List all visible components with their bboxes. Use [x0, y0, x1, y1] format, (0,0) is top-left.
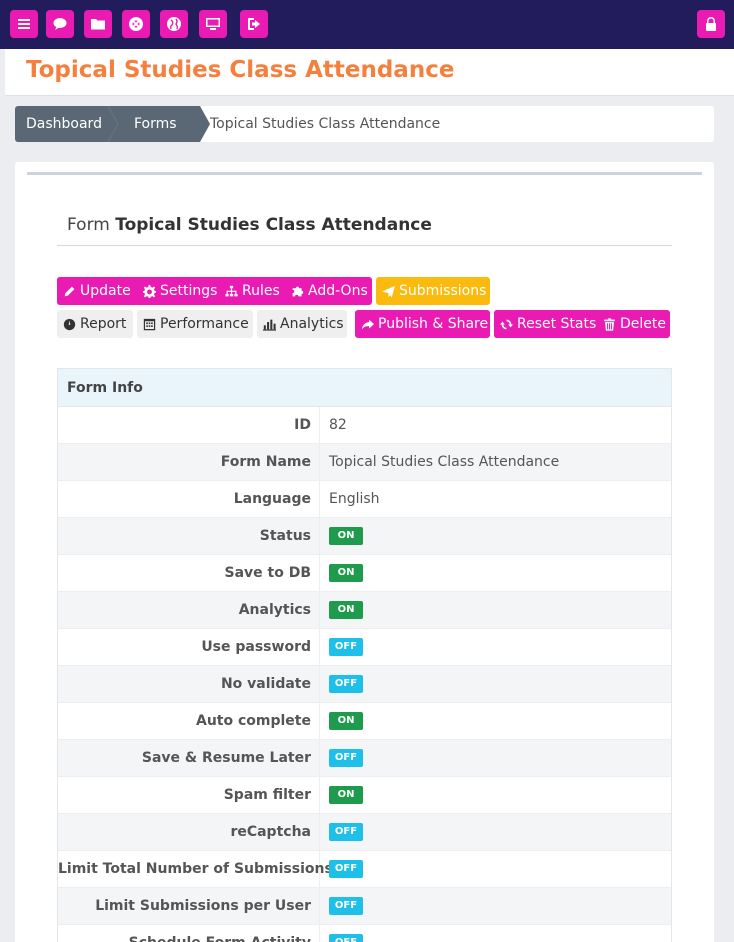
- logout-button[interactable]: [240, 10, 268, 38]
- row-label: Form Name: [58, 444, 320, 480]
- status-badge: OFF: [329, 823, 363, 841]
- messages-button[interactable]: [46, 10, 74, 38]
- row-value: English: [329, 491, 380, 507]
- addons-button[interactable]: Add-Ons: [285, 277, 368, 305]
- delete-button[interactable]: Delete: [597, 310, 666, 338]
- row-label: Analytics: [58, 592, 320, 628]
- status-badge: OFF: [329, 638, 363, 656]
- form-info-table: Form Info ID 82 Form Name Topical Studie…: [57, 368, 672, 942]
- table-row: Save & Resume Later OFF: [58, 740, 671, 777]
- row-label: Save to DB: [58, 555, 320, 591]
- row-label: Language: [58, 481, 320, 517]
- menu-icon: [18, 19, 30, 29]
- table-row: Schedule Form Activity OFF: [58, 925, 671, 942]
- performance-button[interactable]: Performance: [137, 310, 253, 338]
- table-row: Analytics ON: [58, 592, 671, 629]
- heading-divider: [57, 245, 672, 246]
- row-label: Use password: [58, 629, 320, 665]
- row-label: reCaptcha: [58, 814, 320, 850]
- monitor-icon: [206, 18, 220, 30]
- calendar-grid-icon: [143, 318, 156, 330]
- row-label: Spam filter: [58, 777, 320, 813]
- menu-button[interactable]: [10, 10, 38, 38]
- panel-divider: [27, 172, 702, 175]
- status-badge: OFF: [329, 860, 363, 878]
- form-heading-name: Topical Studies Class Attendance: [115, 215, 432, 235]
- web-button[interactable]: [160, 10, 188, 38]
- files-button[interactable]: [84, 10, 112, 38]
- report-button[interactable]: Report: [57, 310, 133, 338]
- lifebuoy-icon: [129, 17, 144, 31]
- analytics-button[interactable]: Analytics: [257, 310, 347, 338]
- table-row: Limit Total Number of Submissions OFF: [58, 851, 671, 888]
- table-row: Status ON: [58, 518, 671, 555]
- status-badge: OFF: [329, 897, 363, 915]
- form-heading: Form Topical Studies Class Attendance: [67, 215, 432, 235]
- share-icon: [361, 319, 374, 329]
- status-badge: ON: [329, 712, 363, 730]
- row-label: Save & Resume Later: [58, 740, 320, 776]
- form-heading-prefix: Form: [67, 215, 110, 235]
- table-row: Limit Submissions per User OFF: [58, 888, 671, 925]
- chat-icon: [53, 18, 67, 30]
- page-header: Topical Studies Class Attendance: [5, 49, 734, 96]
- bar-chart-icon: [263, 319, 276, 331]
- row-label: Auto complete: [58, 703, 320, 739]
- status-badge: OFF: [329, 934, 363, 942]
- sitemap-icon: [225, 285, 238, 296]
- display-button[interactable]: [199, 10, 227, 38]
- folder-icon: [91, 19, 105, 30]
- breadcrumb-forms[interactable]: Forms: [108, 106, 210, 142]
- row-label: Limit Total Number of Submissions: [58, 851, 333, 887]
- row-label: Status: [58, 518, 320, 554]
- submissions-button[interactable]: Submissions: [376, 277, 490, 305]
- refresh-icon: [500, 319, 513, 329]
- lock-button[interactable]: [697, 10, 725, 38]
- send-icon: [382, 285, 395, 297]
- table-row: Auto complete ON: [58, 703, 671, 740]
- logout-icon: [248, 18, 260, 30]
- table-row: Use password OFF: [58, 629, 671, 666]
- table-row: Spam filter ON: [58, 777, 671, 814]
- settings-button[interactable]: Settings: [137, 277, 218, 305]
- form-panel: Form Topical Studies Class Attendance Up…: [15, 162, 714, 942]
- row-value: Topical Studies Class Attendance: [329, 454, 560, 470]
- table-row: Save to DB ON: [58, 555, 671, 592]
- globe-icon: [167, 17, 181, 31]
- rules-button[interactable]: Rules: [219, 277, 280, 305]
- top-navbar: [0, 0, 734, 49]
- breadcrumb-dashboard[interactable]: Dashboard: [15, 106, 118, 142]
- status-badge: ON: [329, 564, 363, 582]
- table-row: reCaptcha OFF: [58, 814, 671, 851]
- row-label: Schedule Form Activity: [58, 925, 320, 942]
- pencil-icon: [64, 286, 75, 296]
- table-row: Language English: [58, 481, 671, 518]
- breadcrumb-current: Topical Studies Class Attendance: [210, 116, 441, 132]
- status-badge: ON: [329, 786, 363, 804]
- row-label: ID: [58, 407, 320, 443]
- reset-stats-button[interactable]: Reset Stats: [494, 310, 597, 338]
- row-label: Limit Submissions per User: [58, 888, 320, 924]
- table-row: ID 82: [58, 407, 671, 444]
- puzzle-icon: [292, 286, 304, 296]
- table-row: Form Name Topical Studies Class Attendan…: [58, 444, 671, 481]
- status-badge: ON: [329, 601, 363, 619]
- row-label: No validate: [58, 666, 320, 702]
- status-badge: OFF: [329, 675, 363, 693]
- gear-icon: [143, 284, 156, 298]
- trash-icon: [604, 317, 615, 331]
- status-badge: ON: [329, 527, 363, 545]
- table-row: No validate OFF: [58, 666, 671, 703]
- status-badge: OFF: [329, 749, 363, 767]
- row-value: 82: [329, 417, 347, 433]
- page-title: Topical Studies Class Attendance: [26, 57, 455, 83]
- update-button[interactable]: Update: [57, 277, 131, 305]
- breadcrumb: Dashboard Forms Topical Studies Class At…: [15, 106, 714, 142]
- support-button[interactable]: [122, 10, 150, 38]
- lock-icon: [706, 17, 716, 31]
- dashboard-icon: [63, 318, 76, 330]
- publish-share-button[interactable]: Publish & Share: [355, 310, 490, 338]
- form-info-title: Form Info: [58, 369, 671, 407]
